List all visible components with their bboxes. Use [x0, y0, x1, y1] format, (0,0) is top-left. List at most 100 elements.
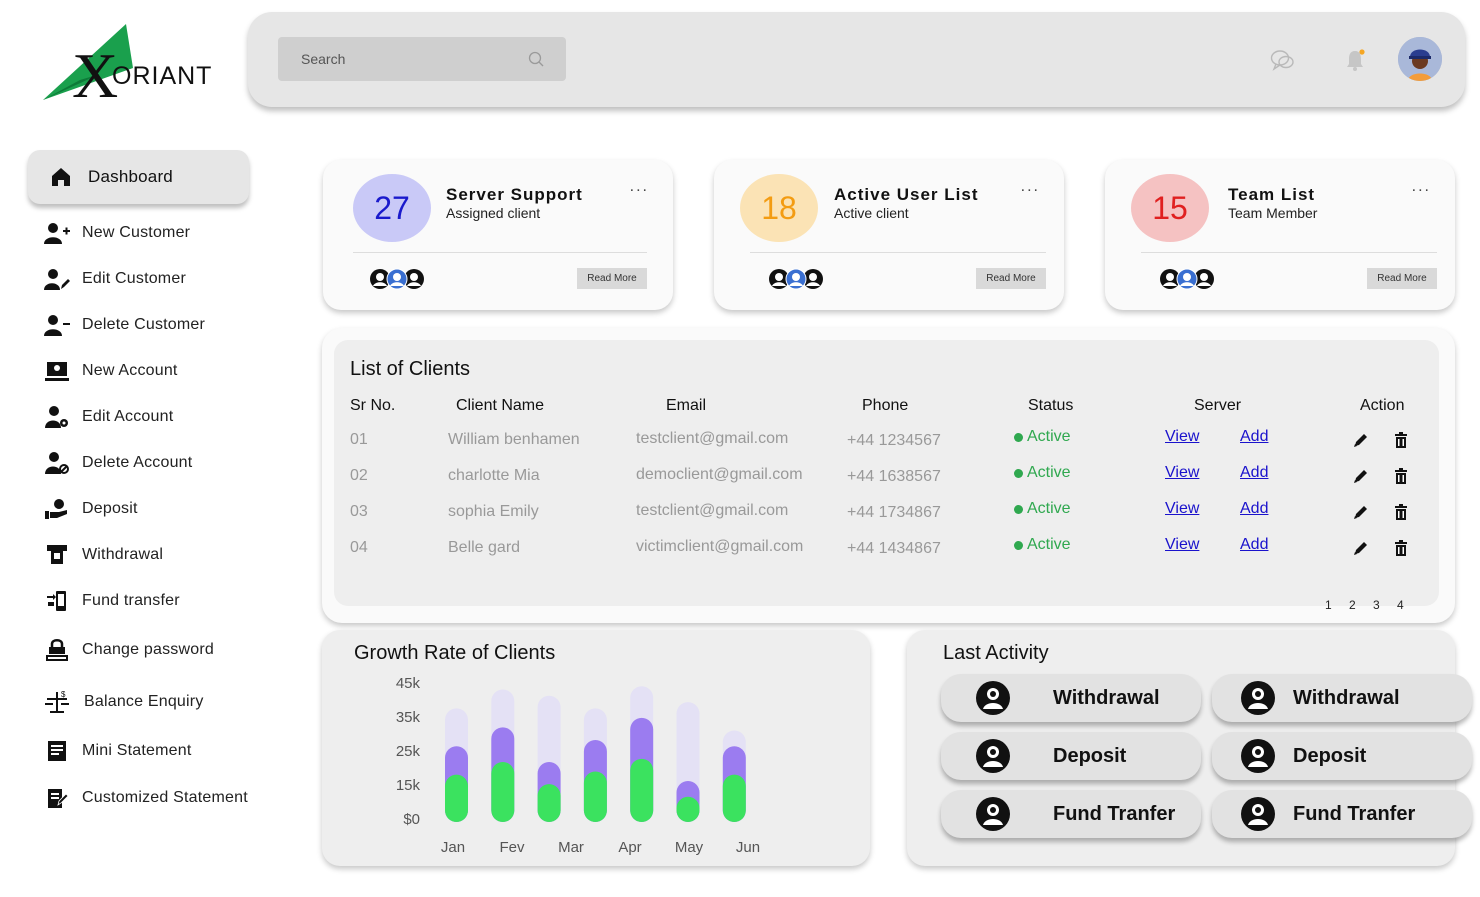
sidebar-item-fund-transfer[interactable]: Fund transfer	[44, 586, 180, 616]
cell-client-name: sophia Emily	[448, 503, 539, 520]
status-badge: Active	[1014, 536, 1071, 554]
x-tick-label: Jan	[441, 839, 465, 856]
sidebar-item-dashboard[interactable]: Dashboard	[28, 150, 249, 204]
cell-sr-no: 01	[350, 431, 368, 448]
view-server-link[interactable]: View	[1165, 464, 1199, 482]
balance-icon: $	[44, 690, 70, 714]
cell-sr-no: 02	[350, 467, 368, 484]
cell-sr-no: 04	[350, 539, 368, 556]
user-avatar-icon	[976, 739, 1010, 773]
sidebar-item-deposit[interactable]: Deposit	[44, 494, 138, 524]
edit-icon[interactable]	[1353, 432, 1369, 448]
sidebar-item-withdrawal[interactable]: Withdrawal	[44, 540, 163, 570]
more-options-icon[interactable]: ...	[1412, 178, 1431, 196]
activity-label: Withdrawal	[1053, 687, 1160, 709]
sidebar-item-new-customer[interactable]: New Customer	[44, 218, 190, 248]
column-header: Status	[1028, 397, 1074, 414]
edit-icon[interactable]	[1353, 468, 1369, 484]
sidebar-item-label: Mini Statement	[82, 742, 192, 759]
sidebar-item-label: Customized Statement	[82, 789, 248, 806]
sidebar-item-new-account[interactable]: New Account	[44, 356, 178, 386]
activity-item[interactable]: Deposit	[941, 732, 1201, 780]
activity-item[interactable]: Fund Tranfer	[941, 790, 1201, 838]
activity-item[interactable]: Withdrawal	[941, 674, 1201, 722]
logo-text: ORIANT	[112, 62, 213, 90]
last-activity-panel: Last Activity Withdrawal Withdrawal Deposi…	[907, 630, 1472, 866]
user-avatar[interactable]	[1398, 37, 1442, 81]
sidebar-item-mini-statement[interactable]: Mini Statement	[44, 736, 192, 766]
stat-card-server-support[interactable]: 27 Server Support Assigned client ... Re…	[323, 160, 673, 310]
view-server-link[interactable]: View	[1165, 500, 1199, 518]
activity-item[interactable]: Deposit	[1212, 732, 1472, 780]
page-link[interactable]: 3	[1373, 598, 1380, 612]
delete-icon[interactable]	[1393, 504, 1409, 520]
read-more-button[interactable]: Read More	[1367, 268, 1437, 289]
column-header: Phone	[862, 397, 909, 414]
edit-icon[interactable]	[1353, 504, 1369, 520]
user-minus-icon	[44, 313, 70, 337]
sidebar-item-balance-enquiry[interactable]: $ Balance Enquiry	[44, 687, 204, 717]
search-icon[interactable]	[528, 51, 544, 67]
delete-icon[interactable]	[1393, 432, 1409, 448]
stat-card-team-list[interactable]: 15 Team List Team Member ... Read More	[1105, 160, 1455, 310]
sidebar-item-label: Dashboard	[88, 167, 173, 186]
clients-table: List of Clients Sr No. Client Name Email…	[334, 340, 1439, 612]
bar-series-2	[445, 774, 468, 822]
view-server-link[interactable]: View	[1165, 536, 1199, 554]
brand-logo[interactable]: X ORIANT	[40, 22, 213, 108]
y-tick-label: 25k	[396, 743, 421, 760]
add-server-link[interactable]: Add	[1240, 500, 1268, 518]
view-server-link[interactable]: View	[1165, 428, 1199, 446]
sidebar-item-label: New Account	[82, 362, 178, 379]
sidebar-item-edit-customer[interactable]: Edit Customer	[44, 264, 186, 294]
sidebar-item-change-password[interactable]: Change password	[44, 635, 214, 665]
sidebar-item-label: Delete Account	[82, 454, 193, 471]
chart-title: Growth Rate of Clients	[354, 642, 556, 664]
chat-icon[interactable]	[1270, 49, 1294, 71]
page-link[interactable]: 2	[1349, 598, 1356, 612]
user-group-icon	[1160, 268, 1214, 290]
sidebar-item-delete-customer[interactable]: Delete Customer	[44, 310, 205, 340]
x-tick-label: Mar	[558, 839, 584, 856]
page-link[interactable]: 1	[1325, 598, 1332, 612]
delete-icon[interactable]	[1393, 540, 1409, 556]
activity-item[interactable]: Fund Tranfer	[1212, 790, 1472, 838]
growth-chart-panel: 45k 35k 25k 15k $0 Jan Fev Mar Apr May Jun Growth …	[322, 630, 870, 866]
lock-keyboard-icon	[44, 638, 70, 662]
stat-count: 18	[740, 174, 818, 242]
x-tick-label: Apr	[618, 839, 641, 856]
read-more-button[interactable]: Read More	[577, 268, 647, 289]
card-subtitle: Team Member	[1228, 205, 1318, 221]
bar-series-2	[630, 758, 654, 822]
user-avatar-icon	[976, 797, 1010, 831]
sidebar-item-edit-account[interactable]: Edit Account	[44, 402, 173, 432]
edit-icon[interactable]	[1353, 540, 1369, 556]
cell-email: testclient@gmail.com	[636, 502, 789, 519]
add-server-link[interactable]: Add	[1240, 536, 1268, 554]
activity-item[interactable]: Withdrawal	[1212, 674, 1472, 722]
phone-transfer-icon	[44, 589, 70, 613]
sidebar-item-delete-account[interactable]: Delete Account	[44, 448, 192, 478]
sidebar-item-customized-statement[interactable]: Customized Statement	[44, 783, 248, 813]
add-server-link[interactable]: Add	[1240, 464, 1268, 482]
card-divider	[750, 252, 1046, 253]
delete-icon[interactable]	[1393, 468, 1409, 484]
add-server-link[interactable]: Add	[1240, 428, 1268, 446]
card-title: Active User List	[834, 185, 979, 204]
status-badge: Active	[1014, 500, 1071, 518]
read-more-button[interactable]: Read More	[976, 268, 1046, 289]
bar-series-2	[537, 784, 561, 822]
stat-card-active-user-list[interactable]: 18 Active User List Active client ... Re…	[714, 160, 1064, 310]
sidebar-item-label: Edit Account	[82, 408, 174, 425]
activity-label: Fund Tranfer	[1053, 803, 1176, 825]
search-input[interactable]: Search	[278, 37, 566, 81]
more-options-icon[interactable]: ...	[630, 178, 649, 196]
x-tick-label: May	[675, 839, 704, 856]
page-link[interactable]: 4	[1397, 598, 1404, 612]
bell-icon[interactable]	[1344, 48, 1366, 72]
cell-client-name: charlotte Mia	[448, 467, 540, 484]
user-group-icon	[370, 268, 424, 290]
cell-email: testclient@gmail.com	[636, 430, 789, 447]
more-options-icon[interactable]: ...	[1021, 178, 1040, 196]
user-block-icon	[44, 451, 70, 475]
